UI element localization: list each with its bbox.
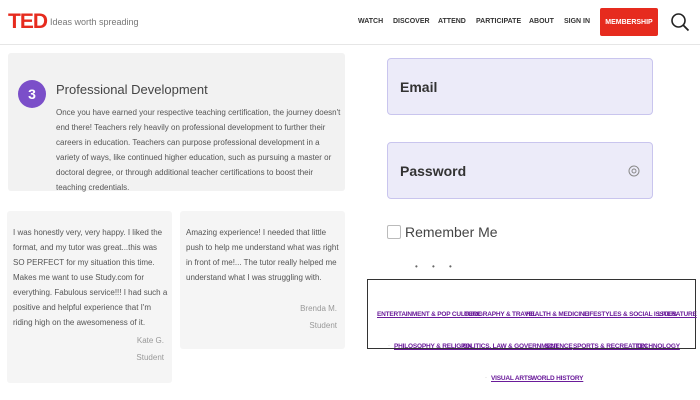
tagline: Ideas worth spreading [50, 17, 139, 27]
nav-about[interactable]: ABOUT [529, 18, 554, 25]
nav-discover[interactable]: DISCOVER [393, 18, 430, 25]
separator: · [651, 311, 653, 317]
topic-link[interactable]: WORLD HISTORY [531, 375, 583, 382]
testimonial-role: Student [309, 321, 337, 330]
remember-me-label[interactable]: Remember Me [405, 224, 498, 240]
show-password-icon[interactable] [628, 165, 640, 177]
nav-sign-in[interactable]: SIGN IN [564, 18, 590, 25]
remember-me-checkbox[interactable] [387, 225, 401, 239]
ted-logo[interactable]: TED [8, 10, 48, 34]
topic-link[interactable]: HEALTH & MEDICINE [526, 311, 589, 318]
site-header: TED Ideas worth spreading WATCH DISCOVER… [0, 0, 700, 45]
separator: · [454, 343, 456, 349]
search-icon[interactable] [670, 12, 690, 32]
card-title: Professional Development [56, 82, 208, 97]
password-label: Password [400, 163, 467, 179]
testimonial-text: I was honestly very, very happy. I liked… [13, 228, 168, 327]
testimonial-author: Kate G. [136, 336, 164, 345]
loading-dots: • • • [415, 262, 458, 271]
card-body: Once you have earned your respective tea… [56, 108, 341, 192]
separator: · [485, 375, 487, 381]
topic-link[interactable]: SCIENCE [545, 343, 573, 350]
professional-development-card: 3 Professional Development Once you have… [8, 53, 345, 192]
separator: · [457, 311, 459, 317]
testimonial-card: I was honestly very, very happy. I liked… [7, 211, 172, 383]
separator: · [388, 343, 390, 349]
topics-panel: ENTERTAINMENT & POP CULTURE · GEOGRAPHY … [367, 279, 697, 349]
separator: · [524, 375, 526, 381]
membership-button[interactable]: MEMBERSHIP [600, 8, 658, 36]
separator: · [566, 343, 568, 349]
testimonial-text: Amazing experience! I needed that little… [186, 228, 339, 282]
step-number-badge: 3 [18, 80, 46, 108]
nav-attend[interactable]: ATTEND [438, 18, 466, 25]
nav-participate[interactable]: PARTICIPATE [476, 18, 521, 25]
separator: · [519, 311, 521, 317]
separator: · [577, 311, 579, 317]
password-field[interactable]: Password [387, 142, 653, 199]
nav-watch[interactable]: WATCH [358, 18, 383, 25]
separator: · [629, 343, 631, 349]
topic-link[interactable]: TECHNOLOGY [636, 343, 680, 350]
email-field[interactable]: Email [387, 58, 653, 115]
testimonial-role: Student [136, 353, 164, 362]
email-label: Email [400, 79, 438, 95]
testimonial-card: Amazing experience! I needed that little… [180, 211, 345, 349]
separator: · [538, 343, 540, 349]
testimonial-author: Brenda M. [300, 304, 337, 313]
topic-link[interactable]: LITERATURE [658, 311, 697, 318]
